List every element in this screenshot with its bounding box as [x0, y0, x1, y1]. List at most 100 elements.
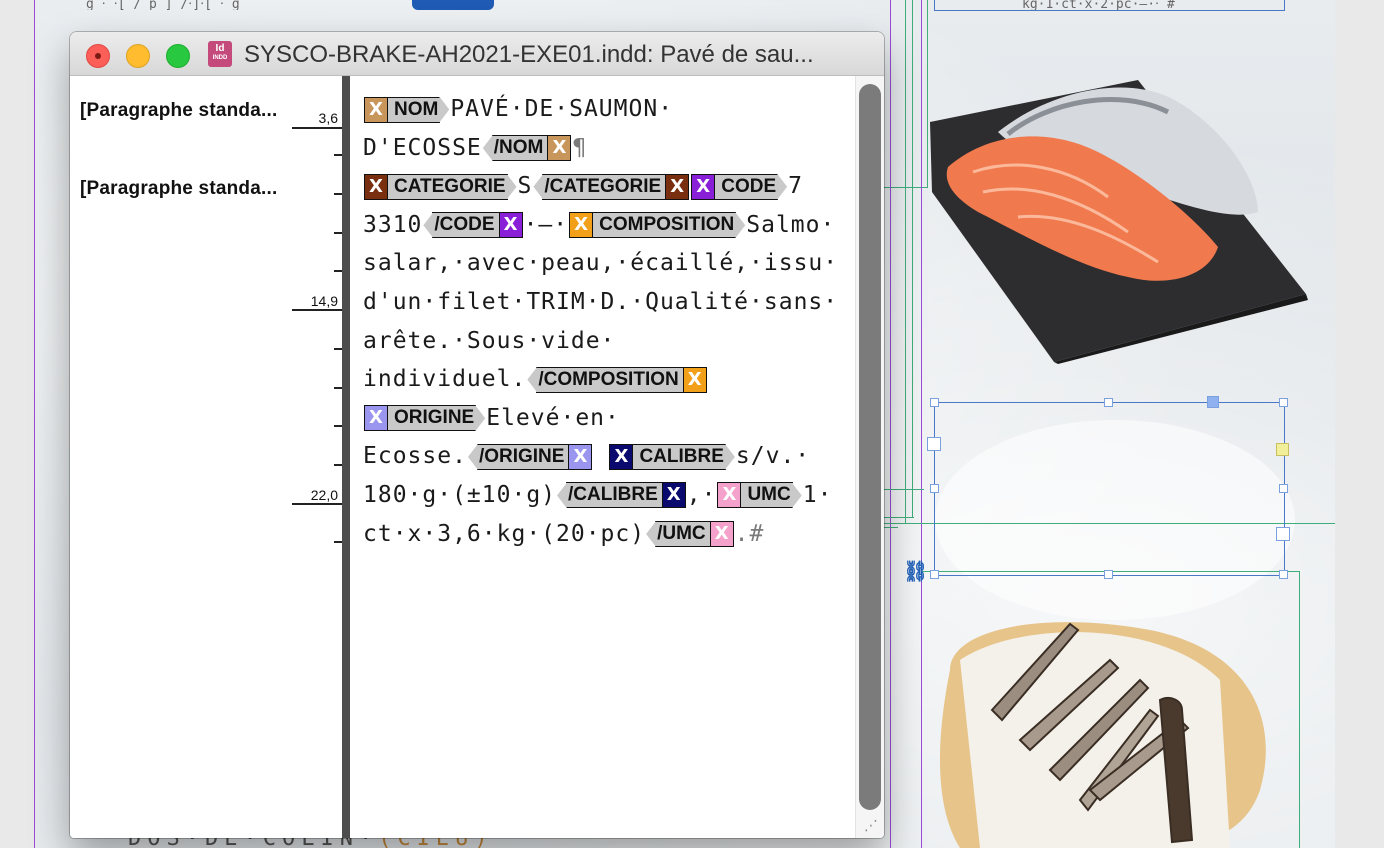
frame-edge	[912, 0, 913, 518]
window-title: SYSCO-BRAKE-AH2021-EXE01.indd: Pavé de s…	[244, 41, 814, 68]
tag-marker-icon: X	[682, 366, 707, 393]
ruler-tick	[334, 193, 342, 195]
story-text-run: s/v.·	[735, 443, 811, 470]
selection-handle[interactable]	[1279, 398, 1288, 407]
story-text-run: 3310	[363, 211, 423, 238]
story-text-run: Ecosse.	[363, 443, 467, 470]
story-text-run: d'un·filet·TRIM·D.·Qualité·sans·	[363, 288, 839, 315]
frame-edge	[884, 517, 914, 518]
selection-handle[interactable]	[930, 398, 939, 407]
story-text[interactable]: X NOM PAVÉ·DE·SAUMON· D'ECOSSE/NOM X ¶ X CATE…	[363, 90, 853, 553]
tag-marker-icon: X	[709, 521, 734, 548]
zoom-window-button[interactable]	[166, 44, 190, 68]
ruler-tick	[334, 154, 342, 156]
ruler-tick	[334, 541, 342, 543]
xml-tag-open-calibre[interactable]: X CALIBRE	[609, 443, 734, 471]
xml-tag-close-composition[interactable]: /COMPOSITION X	[527, 366, 707, 394]
xml-tag-close-code[interactable]: /CODE X	[423, 211, 523, 239]
story-text-run: D'ECOSSE	[363, 134, 482, 161]
out-port-handle[interactable]	[927, 437, 941, 451]
xml-tag-close-categorie[interactable]: /CATEGORIE X	[533, 173, 690, 201]
story-text-run: ct·x·3,6·kg·(20·pc)	[363, 520, 646, 547]
indesign-document-icon: Id INDD	[208, 41, 232, 67]
vertical-scrollbar[interactable]	[855, 76, 884, 838]
selection-handle[interactable]	[1104, 570, 1113, 579]
xml-tag-close-calibre[interactable]: /CALIBRE X	[557, 481, 686, 509]
xml-tag-close-nom[interactable]: /NOM X	[483, 134, 572, 162]
story-text-run: ,·	[686, 481, 717, 508]
story-text-run: S	[517, 173, 533, 200]
story-text-run: 1·	[802, 481, 833, 508]
xml-tag-open-composition[interactable]: X COMPOSITION	[569, 211, 745, 239]
razor-clams-product-image[interactable]	[920, 600, 1280, 848]
xml-tag-close-origine[interactable]: /ORIGINE X	[468, 443, 593, 471]
link-icon[interactable]: ⛓	[903, 561, 933, 581]
frame-edge	[905, 0, 906, 524]
tag-marker-icon: X	[691, 173, 716, 200]
window-titlebar[interactable]: Id INDD SYSCO-BRAKE-AH2021-EXE01.indd: Pa…	[70, 32, 884, 76]
msc-logo-image	[412, 0, 494, 10]
tag-marker-icon: X	[364, 173, 388, 200]
story-text-area[interactable]: X NOM PAVÉ·DE·SAUMON· D'ECOSSE/NOM X ¶ X CATE…	[350, 76, 855, 838]
content-grabber-handle[interactable]	[1276, 443, 1289, 456]
in-port-handle[interactable]	[1207, 396, 1219, 408]
margin-guide	[890, 0, 891, 848]
tag-marker-icon: X	[609, 443, 634, 470]
depth-ruler: 3,6 14,9 22,0	[292, 76, 342, 838]
story-text-run: arête.·Sous·vide·	[363, 327, 616, 354]
selected-frame[interactable]	[934, 402, 1285, 576]
selection-handle[interactable]	[1104, 398, 1113, 407]
ruler-tick	[334, 464, 342, 466]
xml-tag-open-categorie[interactable]: X CATEGORIE	[364, 173, 517, 201]
xml-tag-close-umc[interactable]: /UMC X	[646, 520, 734, 548]
story-text-run: Salmo·	[746, 211, 836, 238]
story-text-run: Elevé·en·	[486, 404, 620, 431]
story-text-run: individuel.	[363, 366, 527, 393]
pasteboard	[1335, 0, 1384, 848]
minimize-window-button[interactable]	[126, 44, 150, 68]
selection-handle[interactable]	[1279, 484, 1288, 493]
ruler-tick	[334, 348, 342, 350]
tag-marker-icon: X	[498, 212, 523, 239]
ruler-tick	[334, 270, 342, 272]
paragraph-style-name[interactable]: [Paragraphe standa...	[80, 100, 277, 122]
story-text-run: PAVÉ·DE·SAUMON·	[450, 96, 674, 122]
depth-marker-label: 22,0	[310, 487, 338, 503]
paragraph-style-name[interactable]: [Paragraphe standa...	[80, 178, 277, 200]
tag-marker-icon: X	[569, 212, 594, 239]
partial-text-frame: g ‧ ‧[ / p ] /‧]‧[ ‧ g	[86, 0, 240, 10]
salmon-product-image[interactable]	[928, 72, 1312, 364]
story-text-run: ·—·	[523, 211, 569, 238]
out-port-handle[interactable]	[1276, 527, 1290, 541]
tag-marker-icon: X	[364, 96, 388, 123]
end-of-story-mark: .#	[734, 520, 765, 547]
tag-marker-icon: X	[717, 482, 742, 509]
tag-marker-icon: X	[661, 482, 686, 509]
story-text-run: 7	[788, 173, 803, 200]
story-text-run: salar,·avec·peau,·écaillé,·issu·	[363, 250, 839, 277]
ruler-tick	[334, 425, 342, 427]
selection-handle[interactable]	[1279, 570, 1288, 579]
story-editor-window[interactable]: Id INDD SYSCO-BRAKE-AH2021-EXE01.indd: Pa…	[70, 32, 884, 838]
resize-grip-icon[interactable]: ⋰	[864, 818, 880, 834]
xml-tag-open-origine[interactable]: X ORIGINE	[364, 404, 485, 432]
tag-marker-icon: X	[364, 405, 388, 432]
frame-edge	[1299, 571, 1300, 848]
partial-text-frame: kg·1·ct·x·2·pc·—·‧ #	[1022, 0, 1175, 10]
ruler-tick	[334, 387, 342, 389]
tag-marker-icon: X	[665, 173, 690, 200]
tag-marker-icon: X	[547, 135, 572, 162]
ruler-long-tick	[292, 127, 342, 129]
xml-tag-open-nom[interactable]: X NOM	[364, 96, 449, 124]
tag-marker-icon: X	[568, 443, 593, 470]
close-window-button[interactable]	[86, 44, 110, 68]
column-divider[interactable]	[342, 76, 350, 838]
xml-tag-open-umc[interactable]: X UMC	[717, 481, 801, 509]
selection-handle[interactable]	[930, 484, 939, 493]
xml-tag-open-code[interactable]: X CODE	[691, 173, 787, 201]
frame-edge	[884, 489, 924, 490]
ruler-long-tick	[292, 309, 342, 311]
scrollbar-thumb[interactable]	[859, 84, 881, 810]
depth-marker-label: 3,6	[318, 110, 338, 126]
frame-edge	[884, 527, 898, 528]
